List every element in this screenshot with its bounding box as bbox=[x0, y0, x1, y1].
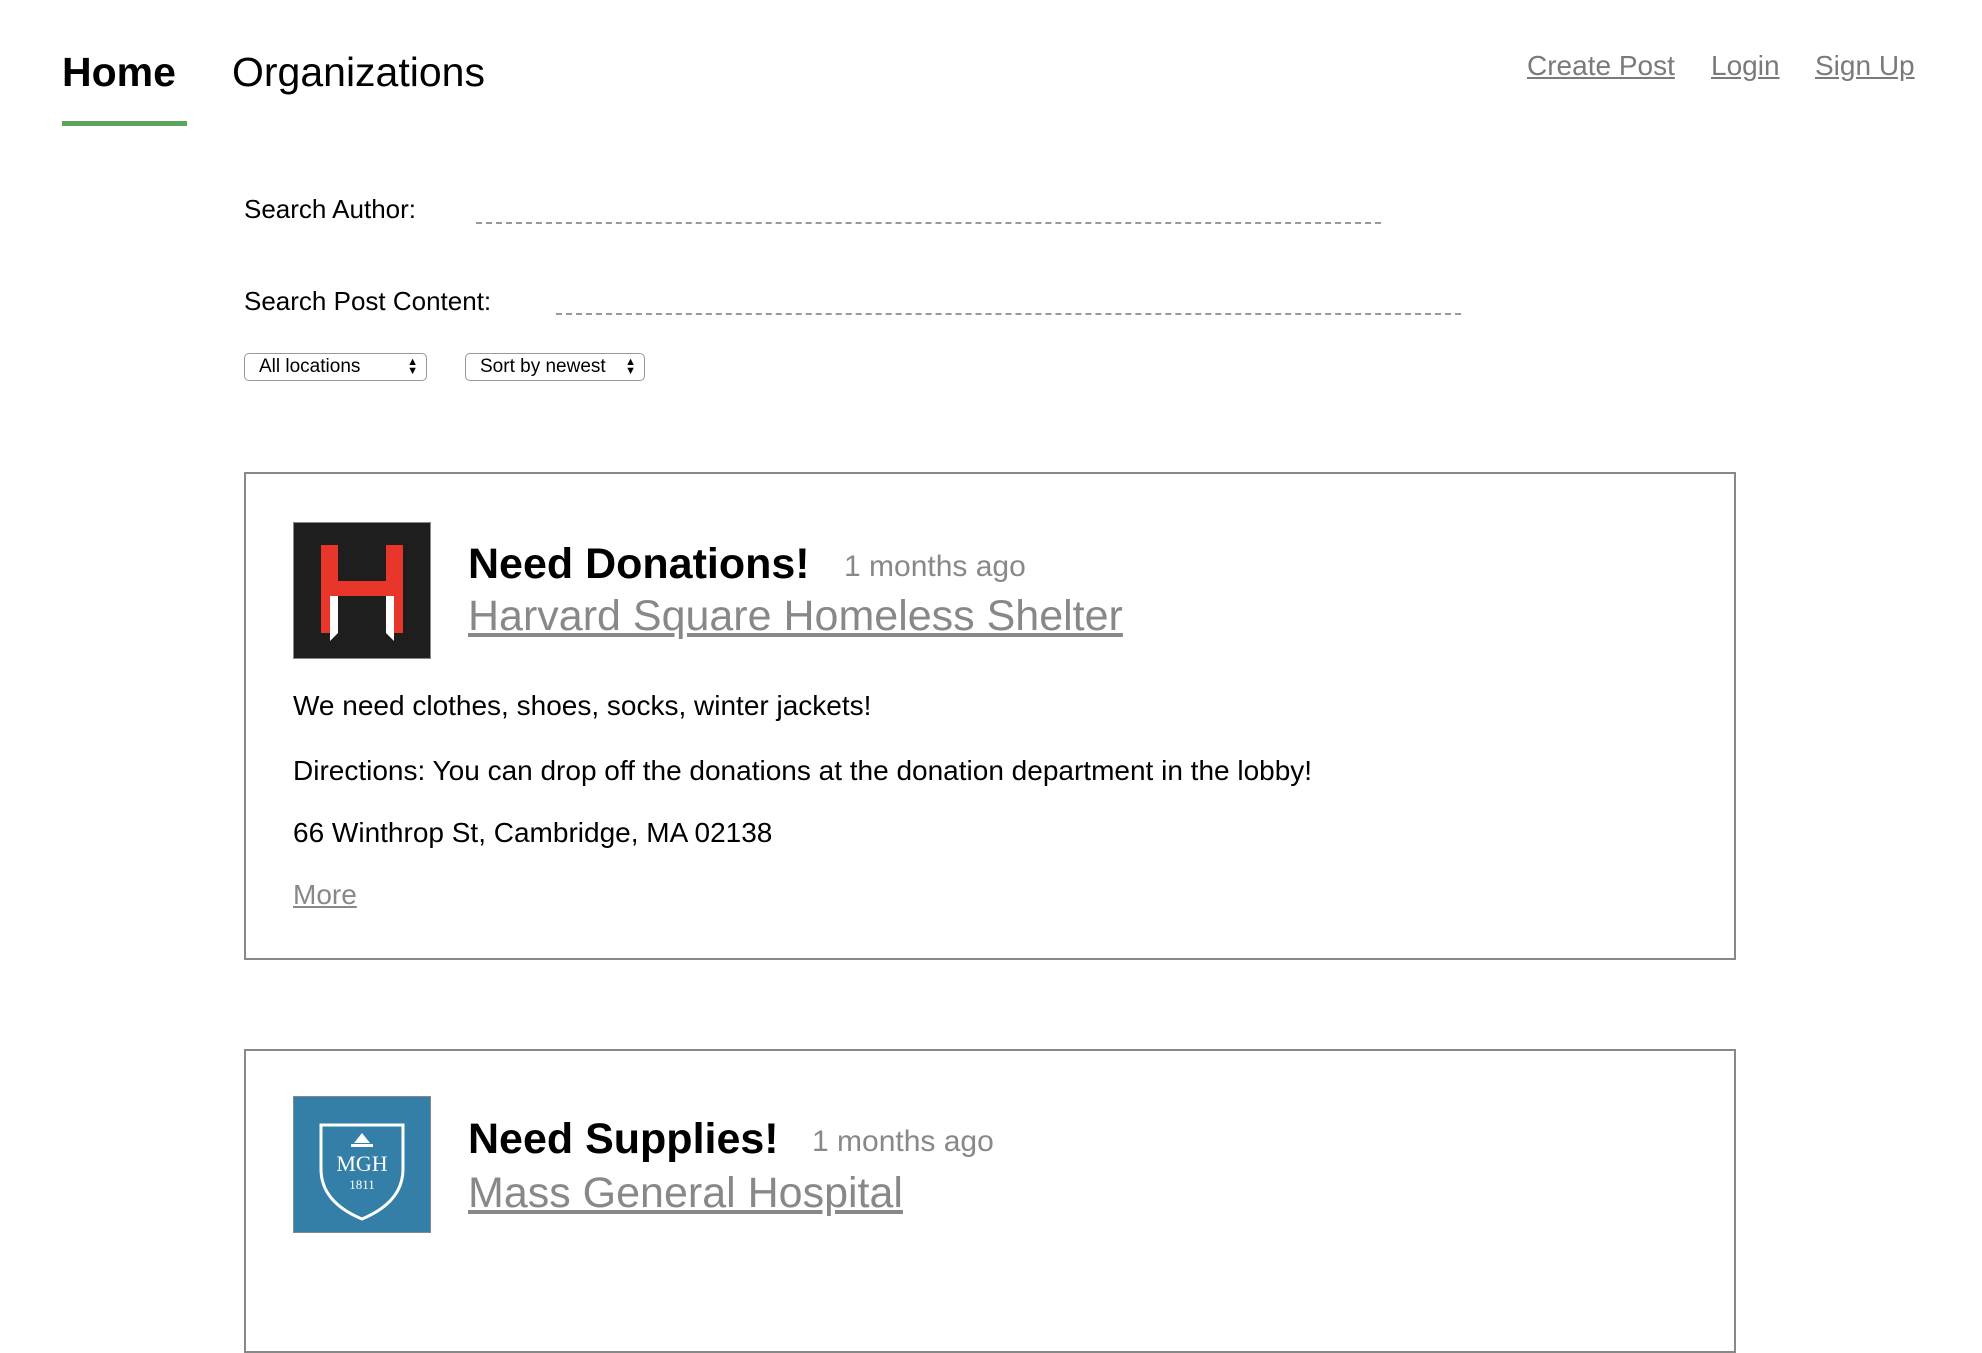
post-time: 1 months ago bbox=[844, 550, 1026, 583]
search-author-label: Search Author: bbox=[244, 194, 416, 224]
select-arrows-icon: ▲ ▼ bbox=[407, 356, 418, 377]
sign-up-link[interactable]: Sign Up bbox=[1815, 50, 1915, 82]
location-select[interactable]: All locations ▲ ▼ bbox=[244, 353, 427, 381]
search-content-label: Search Post Content: bbox=[244, 286, 492, 316]
nav-organizations[interactable]: Organizations bbox=[232, 48, 485, 97]
post-address: 66 Winthrop St, Cambridge, MA 02138 bbox=[293, 817, 773, 848]
select-arrows-icon: ▲ ▼ bbox=[625, 356, 636, 377]
mgh-logo-year: 1811 bbox=[349, 1177, 375, 1192]
post-card: MGH 1811 Need Supplies! 1 months ago Mas… bbox=[244, 1049, 1736, 1353]
post-directions: Directions: You can drop off the donatio… bbox=[293, 755, 1313, 786]
sort-select[interactable]: Sort by newest ▲ ▼ bbox=[465, 353, 645, 381]
post-card: Need Donations! 1 months ago Harvard Squ… bbox=[244, 472, 1736, 960]
more-link[interactable]: More bbox=[293, 879, 357, 911]
active-tab-indicator bbox=[62, 121, 187, 126]
post-title: Need Donations! bbox=[468, 540, 810, 588]
search-content-input[interactable] bbox=[556, 313, 1461, 315]
mgh-logo-text: MGH bbox=[336, 1151, 387, 1176]
harvard-square-shelter-logo[interactable] bbox=[293, 522, 431, 659]
organization-link[interactable]: Harvard Square Homeless Shelter bbox=[468, 592, 1123, 641]
organization-link[interactable]: Mass General Hospital bbox=[468, 1169, 903, 1218]
post-body: We need clothes, shoes, socks, winter ja… bbox=[293, 690, 872, 721]
create-post-link[interactable]: Create Post bbox=[1527, 50, 1675, 82]
search-author-input[interactable] bbox=[476, 222, 1381, 224]
nav-home[interactable]: Home bbox=[62, 48, 176, 97]
post-title: Need Supplies! bbox=[468, 1115, 779, 1163]
mgh-logo[interactable]: MGH 1811 bbox=[293, 1096, 431, 1233]
login-link[interactable]: Login bbox=[1711, 50, 1780, 82]
post-time: 1 months ago bbox=[812, 1125, 994, 1158]
sort-select-value: Sort by newest bbox=[480, 356, 606, 377]
location-select-value: All locations bbox=[259, 356, 361, 377]
